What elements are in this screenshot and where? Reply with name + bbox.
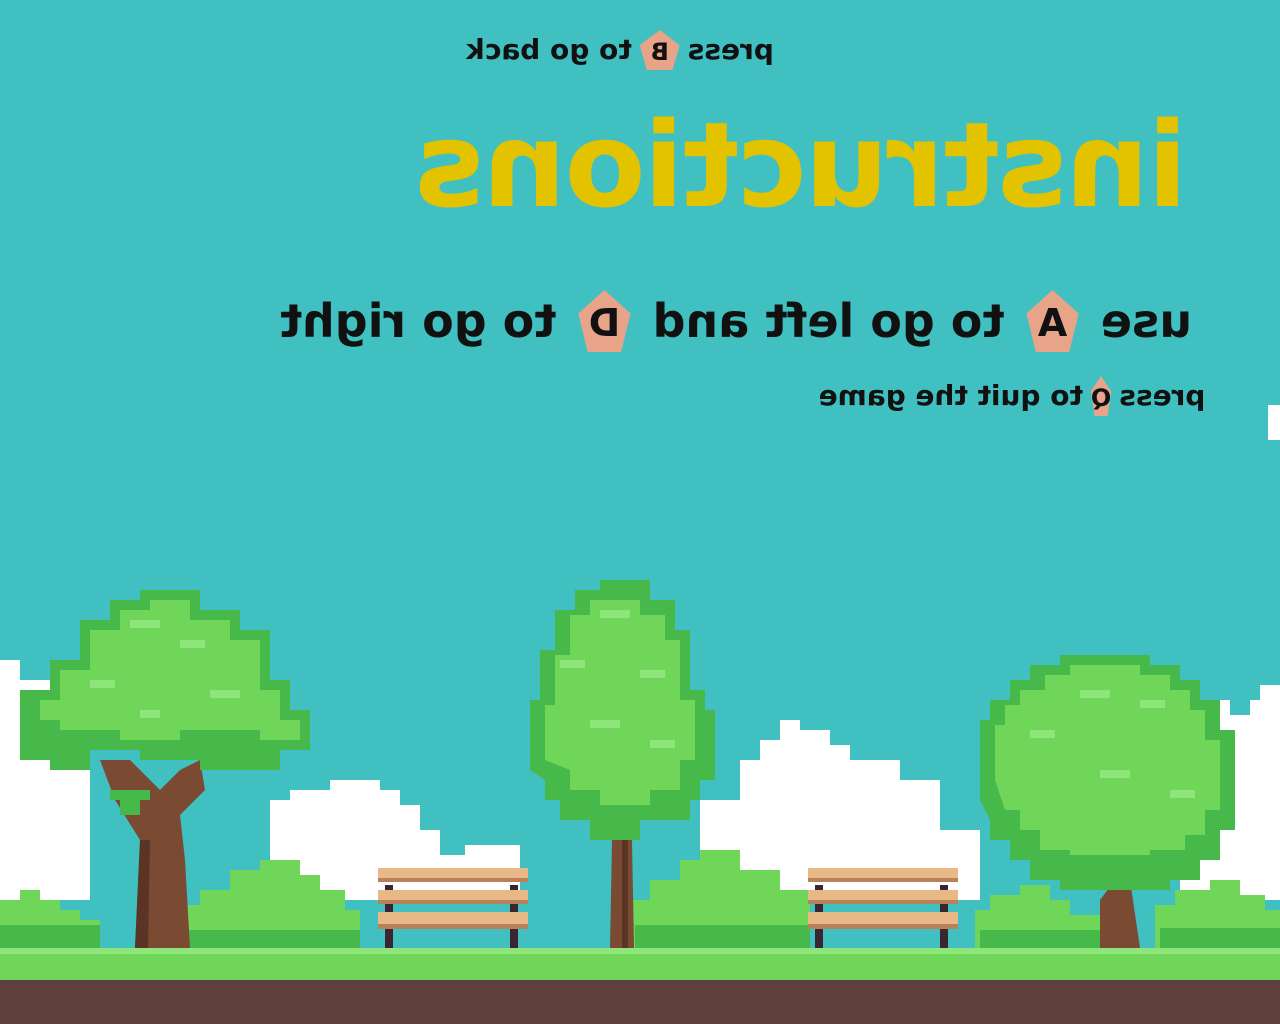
quit-hint-after: to quit the game <box>818 379 1083 412</box>
quit-hint-before: press <box>1119 379 1206 412</box>
back-hint-after: to go back <box>466 33 632 66</box>
move-text-left: to go left and <box>652 294 1005 348</box>
dirt-strip <box>0 980 1280 1024</box>
key-d-badge: D <box>578 290 630 352</box>
page-title: instructions <box>416 96 1188 234</box>
move-word-use: use <box>1100 294 1192 348</box>
key-q-badge: Q <box>1091 376 1111 416</box>
back-hint-before: press <box>687 33 774 66</box>
bench-right <box>808 868 958 950</box>
move-instructions: use A to go left and D to go right <box>280 290 1192 352</box>
key-b-badge: B <box>640 30 680 70</box>
quit-hint: press Q to quit the game <box>819 376 1205 416</box>
back-hint: press B to go back <box>462 30 778 70</box>
move-text-right: to go right <box>280 294 557 348</box>
key-a-badge: A <box>1026 290 1078 352</box>
bench-left <box>378 868 528 950</box>
